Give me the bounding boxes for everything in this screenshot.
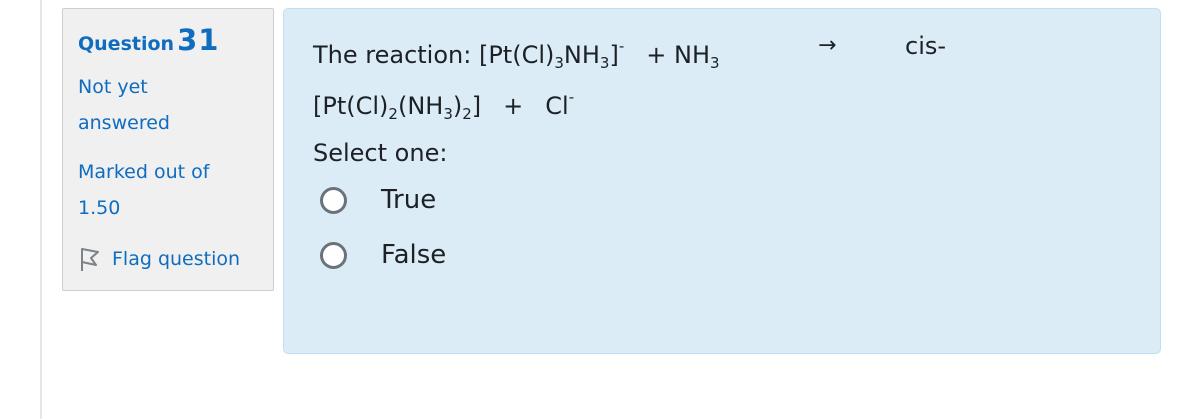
select-one-label: Select one: (313, 139, 448, 167)
qt-sub4: 2 (388, 105, 398, 123)
marks-line-2: 1.50 (78, 197, 121, 219)
question-label: Question (78, 33, 175, 55)
question-number-heading: Question 31 (78, 23, 219, 57)
left-divider (40, 0, 42, 419)
flag-icon (81, 248, 99, 271)
question-content-panel: The reaction: [Pt(Cl)3NH3]- + NH3 [Pt(Cl)… (283, 8, 1161, 354)
qt-sub1: 3 (554, 54, 564, 72)
qt-line2b: (NH (397, 92, 444, 120)
qt-line2a: [Pt(Cl) (313, 92, 389, 120)
question-info-panel: Question 31 Not yet answered Marked out o… (62, 8, 274, 291)
flag-question-link[interactable]: Flag question (78, 246, 240, 272)
qt-part3: ] (609, 41, 619, 69)
qt-plus1: + NH (646, 41, 710, 69)
radio-false[interactable] (320, 241, 347, 269)
question-status: Not yet answered (78, 69, 170, 141)
question-text-line-2: [Pt(Cl)2(NH3)2] + Cl- (313, 80, 1013, 131)
reaction-arrow-icon: → (818, 33, 837, 58)
qt-prefix: The reaction: [Pt(Cl) (313, 41, 555, 69)
qt-line2d: ] (471, 92, 482, 120)
cis-label: cis- (905, 32, 947, 60)
qt-line2c: ) (452, 92, 463, 120)
qt-sub5: 3 (443, 105, 453, 123)
qt-cl: Cl (545, 92, 569, 120)
qt-part2: NH (563, 41, 600, 69)
qt-sub3: 3 (710, 54, 720, 72)
qt-plus2: + (503, 92, 524, 120)
qt-sup2: - (568, 88, 575, 106)
option-false-label[interactable]: False (381, 240, 446, 270)
marks-line-1: Marked out of (78, 161, 210, 183)
option-true-label[interactable]: True (381, 185, 436, 215)
qt-sub6: 2 (462, 105, 472, 123)
question-number: 31 (177, 23, 220, 57)
question-grade: Marked out of 1.50 (78, 154, 209, 226)
qt-sup1: - (618, 37, 625, 55)
flag-question-label: Flag question (112, 248, 241, 270)
status-line-1: Not yet (78, 76, 148, 98)
status-line-2: answered (78, 112, 170, 134)
radio-true[interactable] (320, 186, 347, 214)
option-true[interactable]: True (320, 185, 436, 215)
option-false[interactable]: False (320, 240, 446, 270)
